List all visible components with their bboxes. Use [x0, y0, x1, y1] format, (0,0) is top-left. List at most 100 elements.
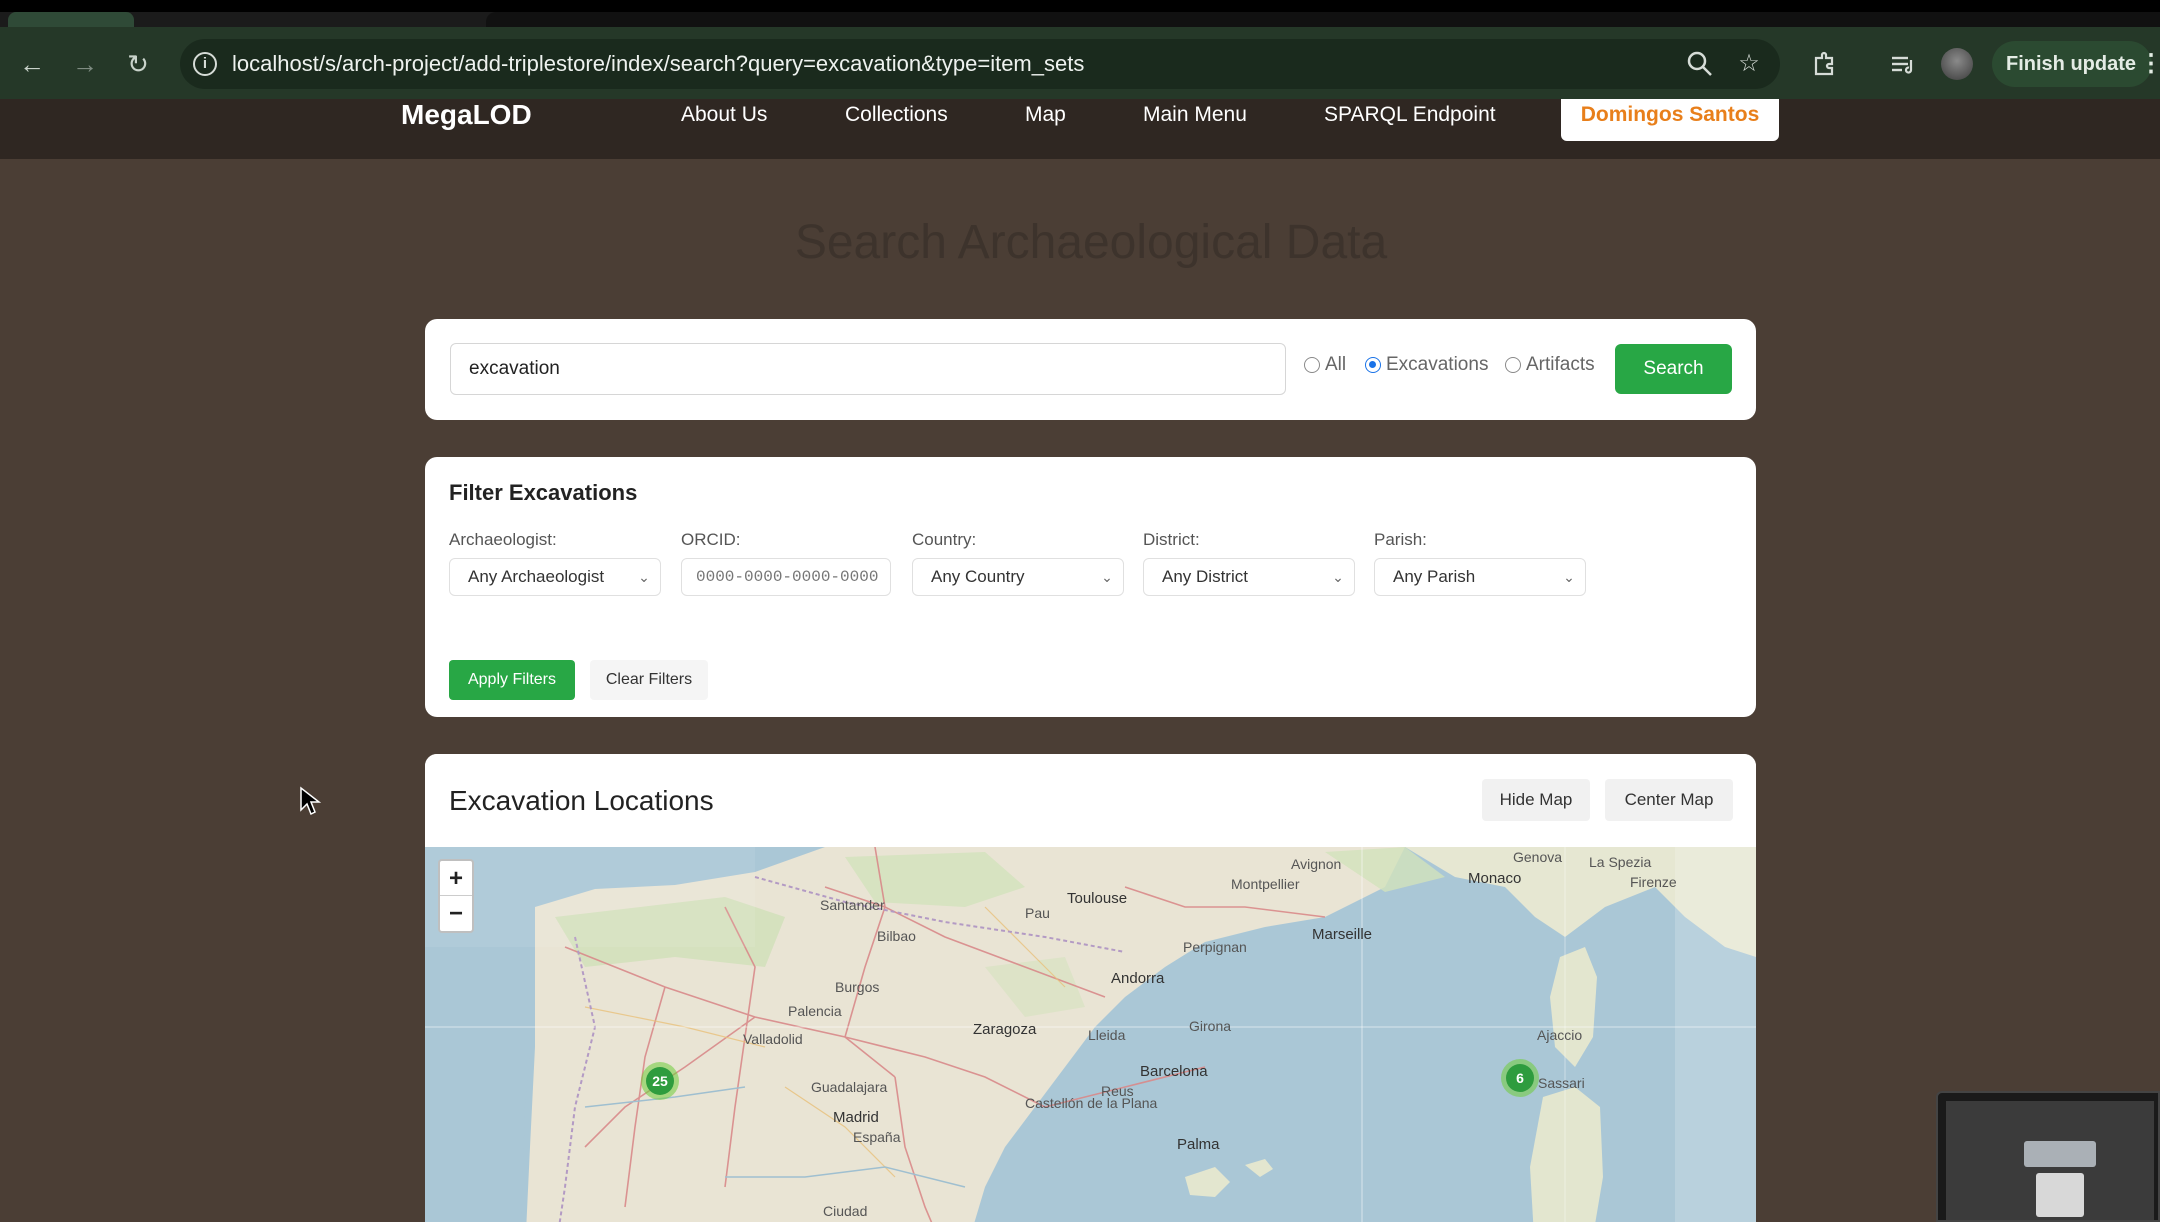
map-label: La Spezia — [1589, 854, 1652, 870]
type-excavations-label[interactable]: Excavations — [1386, 354, 1488, 376]
type-artifacts-radio[interactable] — [1505, 357, 1521, 373]
district-select[interactable]: Any District ⌄ — [1143, 558, 1355, 596]
map-label: Bilbao — [877, 928, 916, 944]
nav-sparql-endpoint[interactable]: SPARQL Endpoint — [1324, 101, 1496, 129]
map-label: Burgos — [835, 979, 880, 995]
map-cluster-marker[interactable]: 25 — [641, 1062, 679, 1100]
map-label: Montpellier — [1231, 876, 1300, 892]
filter-title: Filter Excavations — [449, 480, 638, 505]
map-label: Sassari — [1538, 1075, 1585, 1091]
map-label: Guadalajara — [811, 1079, 888, 1095]
country-value: Any Country — [931, 567, 1025, 586]
browser-tab-active[interactable] — [8, 12, 134, 27]
zoom-icon[interactable] — [1684, 48, 1716, 80]
profile-avatar[interactable] — [1941, 48, 1973, 80]
map-label: Valladolid — [743, 1031, 803, 1047]
map-cluster-marker[interactable]: 6 — [1501, 1059, 1539, 1097]
pip-card — [2036, 1173, 2084, 1217]
search-card: All Excavations Artifacts Search — [425, 319, 1756, 420]
archaeologist-label: Archaeologist: — [449, 530, 557, 549]
chevron-down-icon: ⌄ — [638, 569, 650, 585]
chevron-down-icon: ⌄ — [1332, 569, 1344, 585]
map-label: Castellón de la Plana — [1025, 1095, 1158, 1111]
map-card: Excavation Locations Hide Map Center Map — [425, 754, 1756, 1222]
map-label: Ciudad — [823, 1203, 868, 1219]
parish-select[interactable]: Any Parish ⌄ — [1374, 558, 1586, 596]
clear-filters-button[interactable]: Clear Filters — [590, 660, 708, 700]
map-label: Marseille — [1312, 926, 1373, 943]
center-map-button[interactable]: Center Map — [1605, 779, 1733, 821]
map-label: Madrid — [833, 1109, 879, 1126]
nav-map[interactable]: Map — [1025, 101, 1066, 129]
map-viewport[interactable]: + − Toulouse Marseille Andorra Zaragoza … — [425, 847, 1756, 1222]
orcid-input[interactable] — [681, 558, 891, 596]
nav-main-menu[interactable]: Main Menu — [1143, 101, 1247, 129]
map-label: Genova — [1513, 849, 1563, 865]
zoom-control: + − — [438, 859, 474, 933]
type-all-label[interactable]: All — [1325, 354, 1346, 376]
parish-value: Any Parish — [1393, 567, 1476, 586]
site-navbar: MegaLOD About Us Collections Map Main Me… — [0, 99, 2160, 159]
map-label: Reus — [1101, 1083, 1134, 1099]
type-artifacts-label[interactable]: Artifacts — [1526, 354, 1595, 376]
map-label: Barcelona — [1140, 1063, 1208, 1080]
finish-update-button[interactable]: Finish update — [1992, 41, 2152, 87]
map-label: Santander — [820, 897, 885, 913]
browser-menu-icon[interactable]: ⋮ — [2139, 48, 2160, 80]
map-label: Lleida — [1088, 1027, 1126, 1043]
country-label: Country: — [912, 530, 977, 549]
site-info-icon[interactable]: i — [193, 52, 217, 76]
site-viewport: MegaLOD About Us Collections Map Main Me… — [0, 99, 2160, 1222]
map-label: Palencia — [788, 1003, 842, 1019]
map-header: Excavation Locations Hide Map Center Map — [425, 754, 1756, 847]
apply-filters-button[interactable]: Apply Filters — [449, 660, 575, 700]
district-value: Any District — [1162, 567, 1248, 586]
map-label: Avignon — [1291, 856, 1342, 872]
mouse-cursor-icon — [300, 786, 321, 816]
url-text[interactable]: localhost/s/arch-project/add-triplestore… — [232, 50, 1084, 78]
site-brand[interactable]: MegaLOD — [401, 99, 532, 131]
filter-card: Filter Excavations Archaeologist: Any Ar… — [425, 457, 1756, 717]
browser-top-bar — [0, 0, 2160, 12]
zoom-out-button[interactable]: − — [440, 896, 472, 931]
type-all-radio[interactable] — [1304, 357, 1320, 373]
parish-label: Parish: — [1374, 530, 1427, 549]
pip-card — [2024, 1141, 2096, 1167]
user-account-button[interactable]: Domingos Santos — [1561, 99, 1779, 141]
map-label: España — [853, 1129, 901, 1145]
district-label: District: — [1143, 530, 1200, 549]
orcid-label: ORCID: — [681, 530, 741, 549]
back-arrow-icon[interactable]: ← — [16, 48, 48, 80]
search-button[interactable]: Search — [1615, 344, 1732, 394]
reading-list-icon[interactable] — [1886, 48, 1918, 80]
page-title: Search Archaeological Data — [794, 216, 1388, 269]
map-label: Zaragoza — [973, 1021, 1037, 1038]
search-input[interactable] — [450, 343, 1286, 395]
nav-collections[interactable]: Collections — [845, 101, 948, 129]
map-label: Ajaccio — [1537, 1027, 1583, 1043]
map-label: Pau — [1025, 905, 1050, 921]
nav-about-us[interactable]: About Us — [681, 101, 767, 129]
bookmark-star-icon[interactable]: ☆ — [1733, 48, 1765, 80]
map-label: Firenze — [1630, 874, 1677, 890]
map-label: Girona — [1189, 1018, 1232, 1034]
browser-tab-inactive[interactable] — [486, 12, 2160, 27]
reload-icon[interactable]: ↻ — [122, 48, 154, 80]
map-label: Monaco — [1468, 870, 1522, 887]
zoom-in-button[interactable]: + — [440, 861, 472, 896]
archaeologist-value: Any Archaeologist — [468, 567, 605, 586]
pip-content — [1946, 1101, 2154, 1220]
map-label: Perpignan — [1183, 939, 1247, 955]
map-label: Andorra — [1111, 970, 1165, 987]
type-excavations-radio[interactable] — [1365, 357, 1381, 373]
map-title: Excavation Locations — [449, 785, 714, 816]
chevron-down-icon: ⌄ — [1563, 569, 1575, 585]
picture-in-picture-window[interactable] — [1936, 1091, 2160, 1222]
country-select[interactable]: Any Country ⌄ — [912, 558, 1124, 596]
extensions-icon[interactable] — [1808, 48, 1840, 80]
hide-map-button[interactable]: Hide Map — [1482, 779, 1590, 821]
map-label: Palma — [1177, 1136, 1220, 1153]
archaeologist-select[interactable]: Any Archaeologist ⌄ — [449, 558, 661, 596]
forward-arrow-icon[interactable]: → — [69, 48, 101, 80]
map-label: Toulouse — [1067, 890, 1128, 907]
